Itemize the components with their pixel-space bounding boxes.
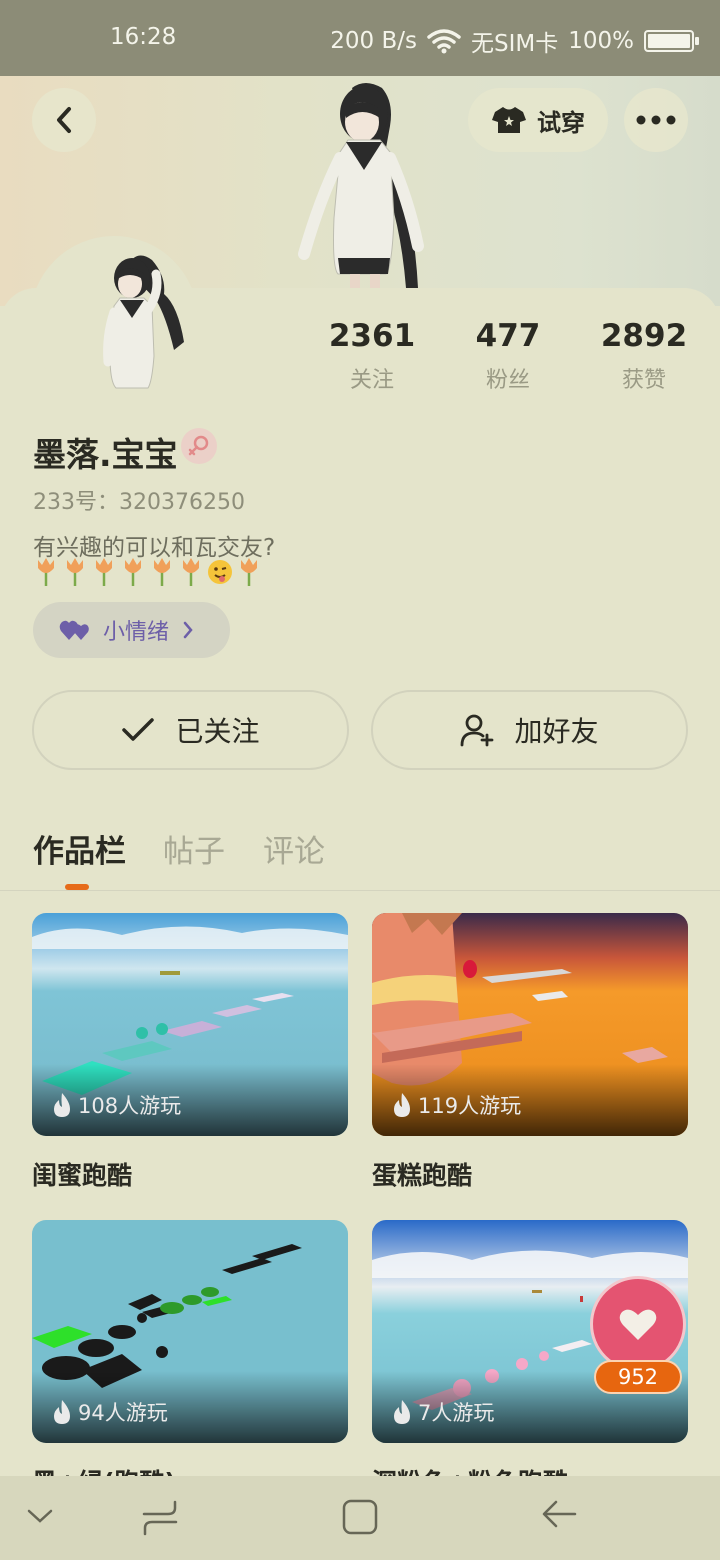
work-card[interactable]: 108人游玩 闺蜜跑酷	[32, 913, 348, 1192]
stat-likes[interactable]: 2892 获赞	[584, 318, 704, 394]
tab-divider	[0, 890, 720, 891]
add-friend-button[interactable]: 加好友	[371, 690, 688, 770]
try-on-label: 试穿	[537, 108, 585, 137]
stat-fans-label: 粉丝	[485, 368, 530, 393]
profile-avatar[interactable]	[86, 246, 196, 394]
status-bar: 16:28 200 B/s 无SIM卡 100%	[0, 0, 720, 76]
tab-posts[interactable]: 帖子	[163, 826, 225, 871]
wifi-icon	[427, 29, 461, 54]
work-thumbnail: 94人游玩	[32, 1220, 348, 1443]
flame-icon	[394, 1093, 410, 1117]
status-right: 200 B/s 无SIM卡 100%	[330, 24, 699, 58]
stat-following-label: 关注	[349, 368, 394, 393]
followed-label: 已关注	[175, 715, 260, 748]
like-button[interactable]: 952	[588, 1276, 688, 1396]
tulip-icon	[67, 558, 83, 586]
mood-label: 小情绪	[103, 620, 170, 645]
add-friend-label: 加好友	[514, 715, 599, 748]
stat-fans-value: 477	[475, 318, 541, 354]
work-card[interactable]: 119人游玩 蛋糕跑酷	[372, 913, 688, 1192]
work-card[interactable]: 94人游玩 黑+绿(跑酷)	[32, 1220, 348, 1499]
bio-emoji-row	[33, 556, 262, 586]
hearts-icon	[59, 620, 89, 640]
play-count-label: 7人游玩	[418, 1401, 495, 1425]
more-options-button[interactable]	[624, 88, 688, 152]
battery-percent: 100%	[568, 28, 634, 54]
flame-icon	[54, 1093, 70, 1117]
try-on-button[interactable]: 试穿	[468, 88, 608, 152]
network-speed: 200 B/s	[330, 28, 417, 54]
add-user-icon	[461, 714, 494, 747]
profile-uid: 233号：320376250	[33, 490, 245, 515]
flame-icon	[394, 1400, 410, 1424]
chevron-down-icon[interactable]	[26, 1506, 54, 1526]
work-thumbnail: 119人游玩	[372, 913, 688, 1136]
chevron-left-icon	[57, 107, 71, 133]
play-count-label: 119人游玩	[418, 1094, 522, 1118]
tulip-icon	[125, 558, 141, 586]
status-time: 16:28	[110, 24, 177, 50]
stat-following[interactable]: 2361 关注	[312, 318, 432, 394]
play-count: 7人游玩	[392, 1397, 494, 1427]
like-count: 952	[594, 1360, 682, 1394]
tulip-icon	[183, 558, 199, 586]
play-count: 119人游玩	[392, 1090, 521, 1120]
followed-button[interactable]: 已关注	[32, 690, 349, 770]
hero-avatar-character	[298, 83, 424, 290]
home-icon[interactable]	[341, 1498, 379, 1536]
work-thumbnail: 108人游玩	[32, 913, 348, 1136]
tongue-face-icon	[208, 560, 232, 584]
chevron-right-icon	[183, 621, 193, 639]
stat-following-value: 2361	[328, 318, 416, 354]
sim-status: 无SIM卡	[471, 31, 559, 57]
work-title: 闺蜜跑酷	[32, 1161, 133, 1190]
stat-likes-value: 2892	[600, 318, 688, 354]
tulip-icon	[241, 558, 257, 586]
flame-icon	[54, 1400, 70, 1424]
tulip-icon	[38, 558, 54, 586]
tulip-icon	[96, 558, 112, 586]
profile-name: 墨落.宝宝	[33, 435, 178, 474]
play-count-label: 94人游玩	[78, 1401, 168, 1425]
tab-comments[interactable]: 评论	[263, 826, 325, 871]
more-dots-icon	[636, 115, 676, 125]
mood-chip[interactable]: 小情绪	[33, 602, 230, 658]
battery-icon	[644, 30, 699, 52]
check-icon	[122, 718, 155, 741]
back-nav-icon[interactable]	[540, 1498, 578, 1534]
tulip-icon	[154, 558, 170, 586]
play-count: 94人游玩	[52, 1397, 168, 1427]
play-count-label: 108人游玩	[78, 1094, 182, 1118]
stat-likes-label: 获赞	[621, 368, 666, 393]
stat-fans[interactable]: 477 粉丝	[448, 318, 568, 394]
back-button[interactable]	[32, 88, 96, 152]
heart-icon	[590, 1276, 686, 1372]
play-count: 108人游玩	[52, 1090, 181, 1120]
tab-works[interactable]: 作品栏	[33, 826, 126, 871]
system-navigation-bar	[0, 1476, 720, 1560]
female-gender-icon	[181, 428, 217, 464]
recent-apps-icon[interactable]	[142, 1498, 178, 1538]
work-title: 蛋糕跑酷	[372, 1161, 473, 1190]
tshirt-icon	[492, 107, 526, 133]
